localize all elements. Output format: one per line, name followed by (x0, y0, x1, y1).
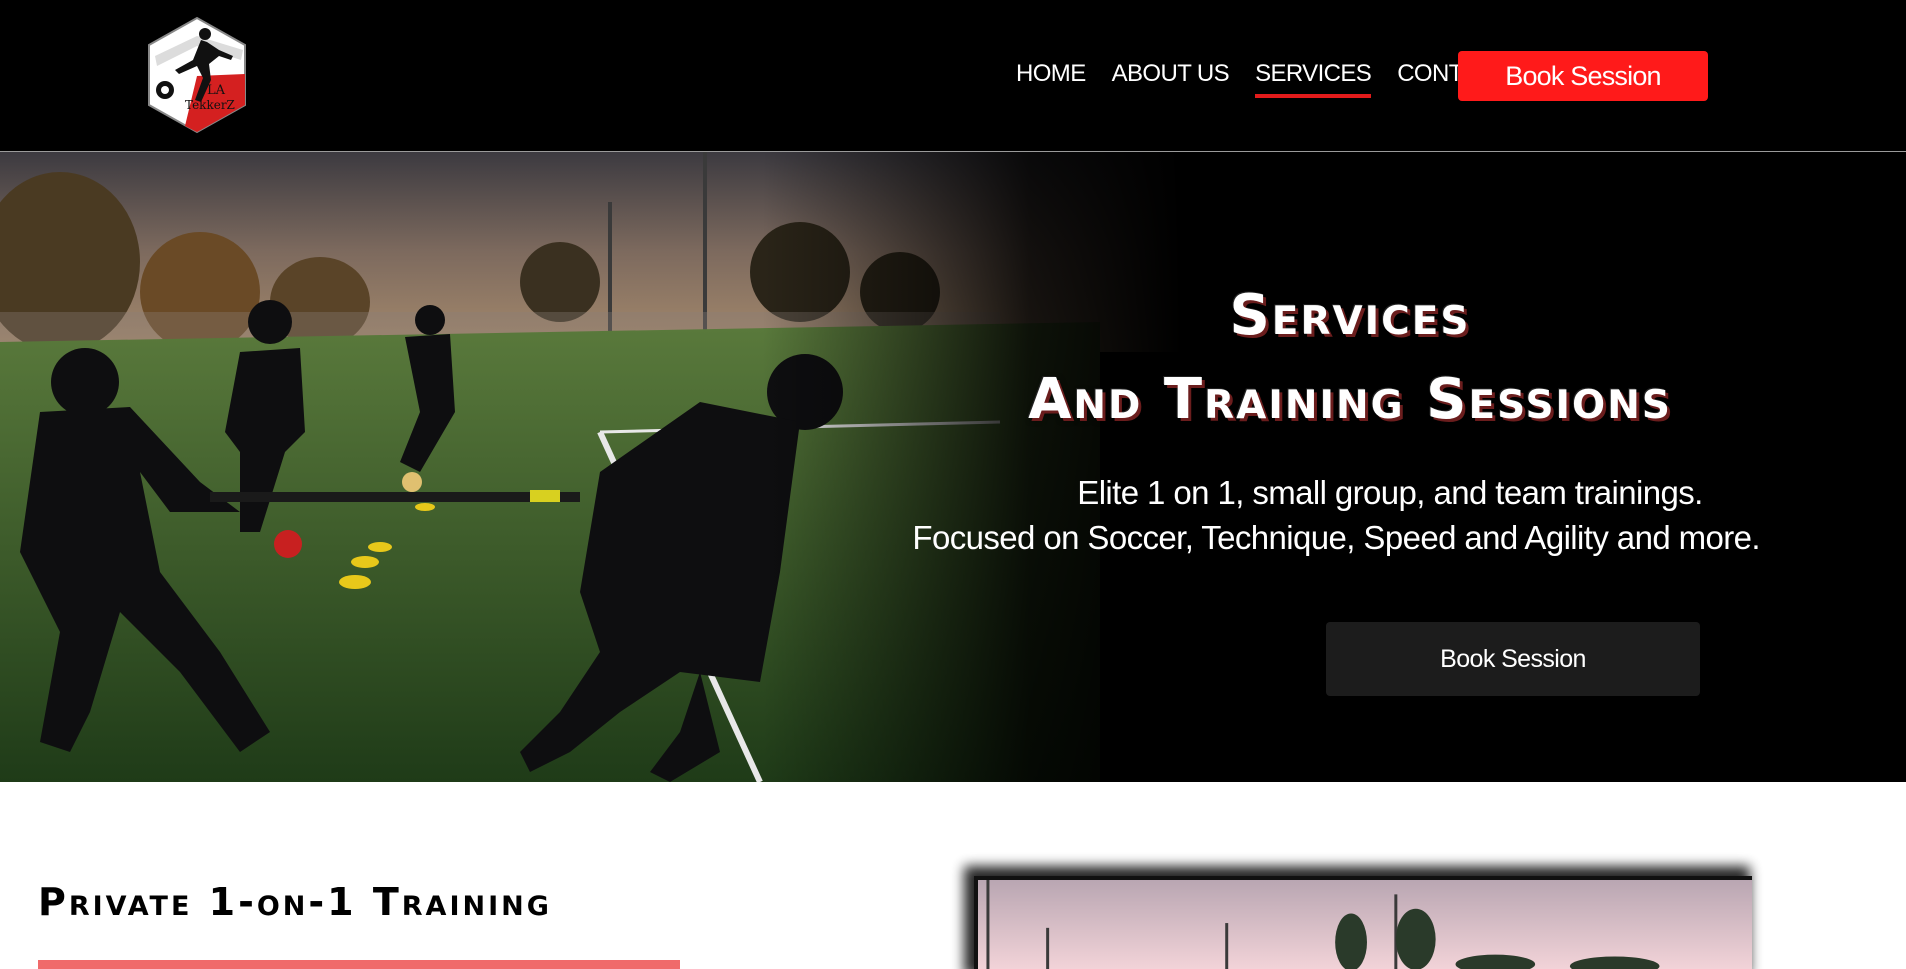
logo-text-tekkerz: TekkerZ (185, 98, 235, 112)
hero-subtitle-line1: Elite 1 on 1, small group, and team trai… (1077, 474, 1703, 511)
main-nav: HOME ABOUT US SERVICES CONTACT (1016, 60, 1533, 100)
nav-home[interactable]: HOME (1016, 60, 1086, 94)
hero-subtitle: Elite 1 on 1, small group, and team trai… (880, 470, 1760, 560)
logo-text-la: LA (207, 83, 226, 98)
private-training-heading: Private 1-on-1 Training (38, 880, 552, 924)
book-session-hero-button[interactable]: Book Session (1326, 622, 1700, 696)
hero-title-line1: Services (1229, 283, 1471, 348)
hero-title-line2: And Training Sessions (1028, 367, 1672, 432)
hero-title: Services And Training Sessions (960, 274, 1740, 442)
private-training-photo (974, 876, 1752, 969)
nav-services[interactable]: SERVICES (1255, 60, 1372, 98)
book-session-header-button[interactable]: Book Session (1458, 51, 1708, 101)
site-header: LA TekkerZ HOME ABOUT US SERVICES CONTAC… (0, 0, 1906, 152)
nav-about-us[interactable]: ABOUT US (1112, 60, 1230, 94)
hero-banner: Services And Training Sessions Elite 1 o… (0, 152, 1906, 782)
section-accent-bar (38, 960, 680, 969)
logo[interactable]: LA TekkerZ (145, 16, 249, 134)
hero-subtitle-line2: Focused on Soccer, Technique, Speed and … (912, 519, 1760, 556)
